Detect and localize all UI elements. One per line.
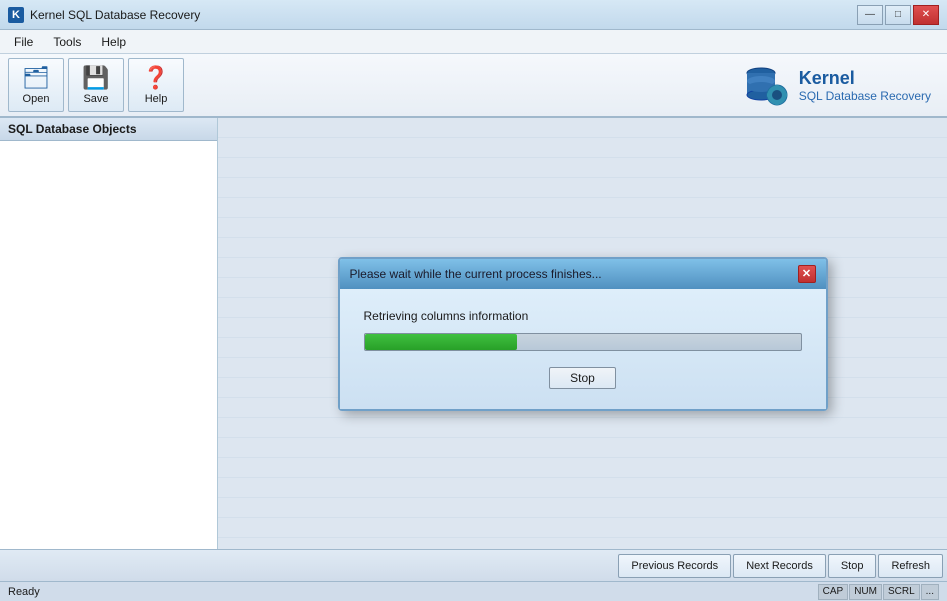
open-button[interactable]: 🗂 Open <box>8 58 64 112</box>
toolbar: 🗂 Open 💾 Save ❓ Help Kernel SQL Data <box>0 54 947 118</box>
bottom-toolbar: Previous Records Next Records Stop Refre… <box>0 549 947 581</box>
app-icon: K <box>8 7 24 23</box>
right-panel: Please wait while the current process fi… <box>218 118 947 549</box>
progress-bar-fill <box>365 334 518 350</box>
help-label: Help <box>145 93 168 105</box>
save-icon: 💾 <box>82 65 109 91</box>
extra-indicator: ... <box>921 584 939 600</box>
brand-subtitle: SQL Database Recovery <box>799 89 931 103</box>
brand-logo: Kernel SQL Database Recovery <box>741 61 931 109</box>
menu-tools[interactable]: Tools <box>43 33 91 51</box>
modal-stop-button[interactable]: Stop <box>549 367 616 389</box>
cap-indicator: CAP <box>818 584 849 600</box>
scrl-indicator: SCRL <box>883 584 920 600</box>
modal-dialog: Please wait while the current process fi… <box>338 257 828 411</box>
open-icon: 🗂 <box>22 65 50 91</box>
minimize-button[interactable]: — <box>857 5 883 25</box>
open-label: Open <box>23 93 50 105</box>
brand-text: Kernel SQL Database Recovery <box>799 68 931 103</box>
status-indicators: CAP NUM SCRL ... <box>818 584 939 600</box>
close-button[interactable]: ✕ <box>913 5 939 25</box>
modal-close-button[interactable]: ✕ <box>798 265 816 283</box>
title-bar: K Kernel SQL Database Recovery — □ ✕ <box>0 0 947 30</box>
main-content: SQL Database Objects Please wait while t… <box>0 118 947 549</box>
brand-icon <box>741 61 789 109</box>
progress-bar-container <box>364 333 802 351</box>
menu-bar: File Tools Help <box>0 30 947 54</box>
modal-title-bar: Please wait while the current process fi… <box>340 259 826 289</box>
stop-button[interactable]: Stop <box>828 554 877 578</box>
menu-help[interactable]: Help <box>91 33 136 51</box>
status-text: Ready <box>8 586 40 598</box>
menu-file[interactable]: File <box>4 33 43 51</box>
left-panel-content <box>0 141 217 549</box>
maximize-button[interactable]: □ <box>885 5 911 25</box>
help-button[interactable]: ❓ Help <box>128 58 184 112</box>
modal-status-text: Retrieving columns information <box>364 309 802 323</box>
previous-records-button[interactable]: Previous Records <box>618 554 731 578</box>
modal-body: Retrieving columns information Stop <box>340 289 826 409</box>
save-label: Save <box>83 93 108 105</box>
save-button[interactable]: 💾 Save <box>68 58 124 112</box>
left-panel: SQL Database Objects <box>0 118 218 549</box>
refresh-button[interactable]: Refresh <box>878 554 943 578</box>
window-title: Kernel SQL Database Recovery <box>30 8 200 22</box>
next-records-button[interactable]: Next Records <box>733 554 826 578</box>
num-indicator: NUM <box>849 584 882 600</box>
modal-title-text: Please wait while the current process fi… <box>350 267 602 281</box>
left-panel-header: SQL Database Objects <box>0 118 217 141</box>
help-icon: ❓ <box>142 65 169 91</box>
title-bar-left: K Kernel SQL Database Recovery <box>8 7 200 23</box>
brand-name: Kernel <box>799 68 931 89</box>
modal-overlay: Please wait while the current process fi… <box>218 118 947 549</box>
status-bar: Ready CAP NUM SCRL ... <box>0 581 947 601</box>
title-bar-controls: — □ ✕ <box>857 5 939 25</box>
